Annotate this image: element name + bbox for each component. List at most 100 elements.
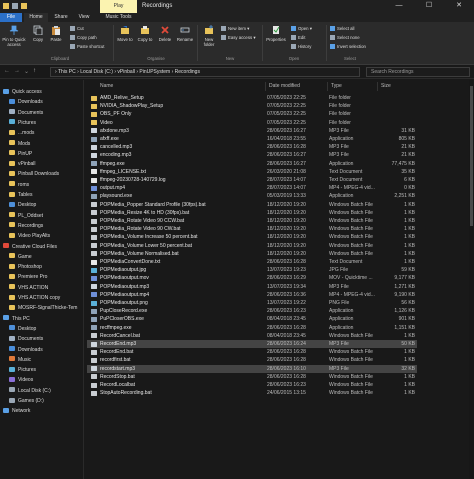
file-row[interactable]: POPMedia_Rotate Video 90 CW.bat 18/12/202… bbox=[87, 225, 417, 233]
minimize-button[interactable]: — bbox=[384, 0, 414, 13]
close-button[interactable]: ✕ bbox=[444, 0, 474, 13]
file-row[interactable]: POPMedia_Popper Standard Profile (30fps)… bbox=[87, 201, 417, 209]
nav-item[interactable]: Tables bbox=[9, 191, 32, 199]
file-row[interactable]: output.mp4 28/07/2023 14:07 MP4 - MPEG-4 v… bbox=[87, 184, 417, 192]
file-row[interactable]: ffmpeg.exe 28/06/2023 16:27 Application 77,… bbox=[87, 160, 417, 168]
nav-item[interactable]: MOSRF-SignalThicke-Tem bbox=[9, 304, 77, 312]
forward-arrow-icon[interactable]: → bbox=[14, 68, 20, 74]
select-all-button[interactable]: Select all bbox=[330, 26, 354, 31]
file-row[interactable]: ffmpeg_LICENSE.txt 26/03/2020 21:08 Text D… bbox=[87, 168, 417, 176]
nav-item[interactable]: PL_Oddset bbox=[9, 212, 43, 220]
nav-item[interactable]: ...mods bbox=[9, 129, 34, 137]
file-row[interactable]: ffmpeg-20230728-140729.log 28/07/2023 14:… bbox=[87, 176, 417, 184]
nav-item[interactable]: Downloads bbox=[9, 346, 43, 354]
file-row[interactable]: cancelled.mp3 28/06/2023 16:28 MP3 File 21 … bbox=[87, 143, 417, 151]
paste-button[interactable]: Paste bbox=[48, 25, 64, 42]
column-header-date[interactable]: Date modified bbox=[269, 83, 300, 89]
copy-path-button[interactable]: Copy path bbox=[70, 35, 97, 40]
copy-to-button[interactable]: Copy to bbox=[136, 25, 154, 42]
edit-button[interactable]: Edit bbox=[291, 35, 305, 40]
file-row[interactable]: POPMediaoutput.mp4 28/06/2023 16:36 MP4 - … bbox=[87, 291, 417, 299]
nav-item[interactable]: This PC bbox=[3, 315, 30, 323]
nav-item[interactable]: Games (D:) bbox=[9, 397, 44, 405]
properties-button[interactable]: Properties bbox=[264, 25, 288, 42]
nav-item[interactable]: vPinball bbox=[9, 160, 36, 168]
file-row[interactable]: PupCloseRecord.exe 28/06/2023 16:23 Applic… bbox=[87, 307, 417, 315]
delete-button[interactable]: Delete bbox=[156, 25, 174, 42]
column-header-type[interactable]: Type bbox=[331, 83, 342, 89]
file-row[interactable]: recordfirst.bat 28/06/2023 16:28 Windows B… bbox=[87, 356, 417, 364]
pin-quick-access-button[interactable]: Pin to Quick access bbox=[2, 25, 26, 47]
file-row[interactable]: POPMediaoutput.jpg 13/07/2023 19:23 JPG Fi… bbox=[87, 266, 417, 274]
file-row[interactable]: POPMediaConvertDone.txt 28/06/2023 16:28 T… bbox=[87, 258, 417, 266]
nav-item[interactable]: Documents bbox=[9, 109, 43, 117]
up-arrow-icon[interactable]: ↑ bbox=[33, 68, 36, 74]
history-button[interactable]: History bbox=[291, 44, 311, 49]
rename-button[interactable]: Rename bbox=[176, 25, 194, 42]
tab-view[interactable]: View bbox=[74, 13, 94, 22]
file-row[interactable]: RecordEnd.mp3 28/06/2023 16:24 MP3 File 50 … bbox=[87, 340, 417, 348]
tab-share[interactable]: Share bbox=[50, 13, 72, 22]
file-row[interactable]: OBS_PF Only 07/05/2023 22:25 File folder bbox=[87, 110, 417, 118]
column-divider[interactable] bbox=[327, 82, 328, 91]
nav-item[interactable]: VHS ACTION bbox=[9, 284, 48, 292]
new-item-button[interactable]: New item ▾ bbox=[221, 26, 249, 32]
file-row[interactable]: POPMediaoutput.png 13/07/2023 19:22 PNG Fi… bbox=[87, 299, 417, 307]
vertical-scrollbar[interactable] bbox=[469, 80, 474, 479]
nav-item[interactable]: Creative Cloud Files bbox=[3, 243, 57, 251]
easy-access-button[interactable]: Easy access ▾ bbox=[221, 35, 255, 41]
paste-shortcut-button[interactable]: Paste shortcut bbox=[70, 44, 104, 49]
file-row[interactable]: RecordLocalbat 28/06/2023 16:23 Windows Ba… bbox=[87, 381, 417, 389]
file-row[interactable]: PuPCloserOBS.exe 08/04/2018 23:45 Applicat… bbox=[87, 315, 417, 323]
tab-file[interactable]: File bbox=[0, 13, 22, 22]
file-row[interactable]: POPMedia_Resize 4K to HD (30fps).bat 18/1… bbox=[87, 209, 417, 217]
cut-button[interactable]: Cut bbox=[70, 26, 84, 31]
column-header-name[interactable]: Name bbox=[100, 83, 113, 89]
file-row[interactable]: Video 07/05/2023 22:25 File folder bbox=[87, 119, 417, 127]
nav-item[interactable]: Pinball Downloads bbox=[9, 170, 59, 178]
file-row[interactable]: afxdone.mp3 28/06/2023 16:27 MP3 File 31 KB bbox=[87, 127, 417, 135]
file-row[interactable]: recordstart.mp3 28/06/2023 16:10 MP3 File 3… bbox=[87, 364, 417, 373]
invert-selection-button[interactable]: Invert selection bbox=[330, 44, 366, 49]
copy-button[interactable]: Copy bbox=[30, 25, 46, 42]
file-row[interactable]: RecordStop.bat 28/06/2023 16:28 Windows Ba… bbox=[87, 373, 417, 381]
move-to-button[interactable]: Move to bbox=[116, 25, 134, 42]
nav-item[interactable]: PinUP bbox=[9, 150, 32, 158]
file-row[interactable]: RecordEnd.bat 28/06/2023 16:28 Windows Bat… bbox=[87, 348, 417, 356]
file-row[interactable]: POPMedia_Volume Lower 50 percent.bat 18/1… bbox=[87, 242, 417, 250]
select-none-button[interactable]: Select none bbox=[330, 35, 360, 40]
nav-item[interactable]: Documents bbox=[9, 335, 43, 343]
contextual-tab-play[interactable]: Play bbox=[100, 0, 137, 13]
file-row[interactable]: POPMedia_Volume Normalised.bat 18/12/2020… bbox=[87, 250, 417, 258]
column-divider[interactable] bbox=[265, 82, 266, 91]
nav-item[interactable]: Recordings bbox=[9, 222, 43, 230]
new-folder-button[interactable]: New folder bbox=[200, 25, 218, 47]
file-row[interactable]: StopAutoRecording.bat 24/06/2015 13:15 Win… bbox=[87, 389, 417, 397]
tab-music-tools[interactable]: Music Tools bbox=[100, 13, 137, 22]
nav-item[interactable]: Video PlayAlts bbox=[9, 232, 50, 240]
nav-item[interactable]: Videos bbox=[9, 376, 33, 384]
nav-item[interactable]: Quick access bbox=[3, 88, 42, 96]
address-input[interactable]: › This PC › Local Disk (C:) › vPinball ›… bbox=[50, 67, 360, 77]
column-divider[interactable] bbox=[377, 82, 378, 91]
nav-item[interactable]: Photoshop bbox=[9, 263, 42, 271]
open-button[interactable]: Open ▾ bbox=[291, 26, 312, 32]
nav-item[interactable]: Network bbox=[3, 407, 30, 415]
file-row[interactable]: playsound.exe 05/03/2019 13:33 Application… bbox=[87, 192, 417, 200]
properties-icon[interactable] bbox=[12, 3, 18, 9]
search-input[interactable]: Search Recordings bbox=[366, 67, 470, 77]
nav-item[interactable]: Music bbox=[9, 356, 31, 364]
recent-locations-icon[interactable]: ⌄ bbox=[24, 68, 29, 75]
back-arrow-icon[interactable]: ← bbox=[4, 68, 10, 74]
maximize-button[interactable]: ☐ bbox=[414, 0, 444, 13]
file-row[interactable]: encoding.mp3 28/06/2023 16:27 MP3 File 21 K… bbox=[87, 151, 417, 159]
file-row[interactable]: POPMediaoutput.mp3 13/07/2023 19:34 MP3 Fi… bbox=[87, 283, 417, 291]
file-row[interactable]: afxff.exe 16/04/2018 23:55 Application 805 … bbox=[87, 135, 417, 143]
file-row[interactable]: AMD_Relive_Setup 07/05/2023 22:25 File fol… bbox=[87, 94, 417, 102]
folder-icon[interactable] bbox=[3, 3, 9, 9]
nav-item[interactable]: Local Disk (C:) bbox=[9, 387, 51, 395]
file-row[interactable]: POPMedia_Rotate Video 90 CCW.bat 18/12/20… bbox=[87, 217, 417, 225]
file-row[interactable]: recffmpeg.exe 28/06/2023 16:28 Application… bbox=[87, 324, 417, 332]
file-row[interactable]: NVIDIA_ShadowPlay_Setup 07/05/2023 22:25 F… bbox=[87, 102, 417, 110]
nav-item[interactable]: Pictures bbox=[9, 366, 36, 374]
